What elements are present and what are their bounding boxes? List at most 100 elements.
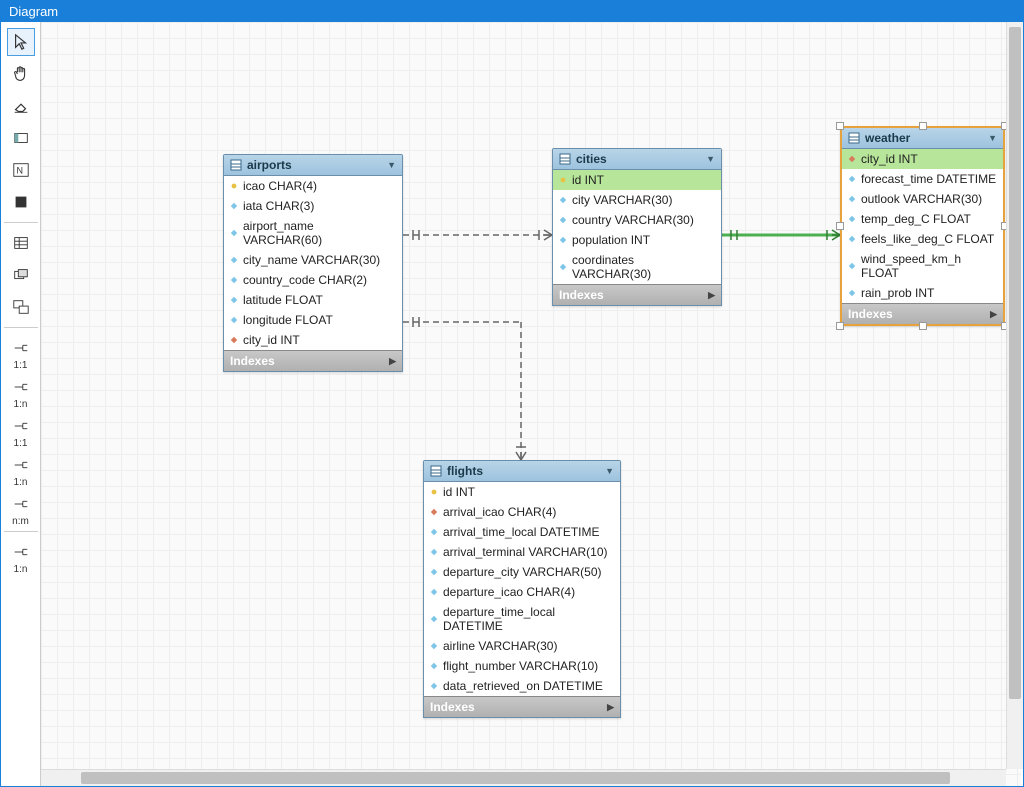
table-icon [230,159,242,171]
column-text: outlook VARCHAR(30) [861,192,982,206]
column-text: forecast_time DATETIME [861,172,996,186]
column-text: coordinates VARCHAR(30) [572,253,715,281]
column-text: temp_deg_C FLOAT [861,212,971,226]
entity-indexes[interactable]: Indexes▶ [842,303,1003,324]
chevron-right-icon: ▶ [607,702,614,713]
entity-column[interactable]: arrival_icao CHAR(4) [424,502,620,522]
entity-airports[interactable]: airports▼icao CHAR(4)iata CHAR(3)airport… [223,154,403,372]
chevron-down-icon: ▼ [988,133,997,143]
content-area: N1:11:n1:11:nn:m1:n airports▼icao CHAR(4… [1,22,1023,786]
entity-title: cities [576,152,607,166]
column-text: city_id INT [861,152,918,166]
tool-rel-n-m[interactable] [7,490,35,518]
tool-layer[interactable] [7,188,35,216]
entity-column[interactable]: city_id INT [224,330,402,350]
tool-view[interactable] [7,261,35,289]
entity-column[interactable]: iata CHAR(3) [224,196,402,216]
column-text: departure_city VARCHAR(50) [443,565,602,579]
tool-hand[interactable] [7,60,35,88]
entity-column[interactable]: city_name VARCHAR(30) [224,250,402,270]
entity-column[interactable]: wind_speed_km_h FLOAT [842,249,1003,283]
indexes-label: Indexes [430,700,475,714]
svg-text:N: N [16,166,23,176]
entity-header[interactable]: airports ▼ [224,155,402,176]
entity-column[interactable]: forecast_time DATETIME [842,169,1003,189]
entity-column[interactable]: temp_deg_C FLOAT [842,209,1003,229]
entity-header[interactable]: weather ▼ [842,128,1003,149]
tool-text[interactable]: N [7,156,35,184]
tool-rel-1-n-id[interactable] [7,451,35,479]
entity-column[interactable]: city VARCHAR(30) [553,190,721,210]
tool-rel-1-n[interactable] [7,373,35,401]
entity-indexes[interactable]: Indexes ▶ [553,284,721,305]
column-text: country_code CHAR(2) [243,273,367,287]
entity-column[interactable]: population INT [553,230,721,250]
column-text: longitude FLOAT [243,313,333,327]
entity-column[interactable]: airport_name VARCHAR(60) [224,216,402,250]
tool-rel-1-1[interactable] [7,334,35,362]
entity-title: airports [247,158,292,172]
entity-column[interactable]: id INT [553,170,721,190]
entity-title: weather [865,131,910,145]
tool-table[interactable] [7,229,35,257]
entity-column[interactable]: rain_prob INT [842,283,1003,303]
entity-header[interactable]: cities▼ [553,149,721,170]
entity-column[interactable]: coordinates VARCHAR(30) [553,250,721,284]
entity-column[interactable]: arrival_terminal VARCHAR(10) [424,542,620,562]
column-text: city_name VARCHAR(30) [243,253,380,267]
tool-label: n:m [12,516,29,527]
indexes-label: Indexes [559,288,604,302]
entity-title: flights [447,464,483,478]
tool-erase[interactable] [7,92,35,120]
column-text: latitude FLOAT [243,293,323,307]
entity-column[interactable]: country_code CHAR(2) [224,270,402,290]
entity-column[interactable]: latitude FLOAT [224,290,402,310]
entity-column[interactable]: icao CHAR(4) [224,176,402,196]
column-text: flight_number VARCHAR(10) [443,659,598,673]
scrollbar-horizontal[interactable] [41,769,1006,786]
column-text: icao CHAR(4) [243,179,317,193]
diagram-canvas[interactable]: airports▼icao CHAR(4)iata CHAR(3)airport… [41,22,1021,786]
entity-column[interactable]: feels_like_deg_C FLOAT [842,229,1003,249]
selection-handle[interactable] [919,322,927,330]
entity-column[interactable]: airline VARCHAR(30) [424,636,620,656]
selection-handle[interactable] [836,222,844,230]
entity-column[interactable]: arrival_time_local DATETIME [424,522,620,542]
tool-rel-existing[interactable] [7,538,35,566]
selection-handle[interactable] [836,322,844,330]
column-text: arrival_terminal VARCHAR(10) [443,545,607,559]
column-text: wind_speed_km_h FLOAT [861,252,997,280]
entity-column[interactable]: outlook VARCHAR(30) [842,189,1003,209]
entity-header[interactable]: flights▼ [424,461,620,482]
entity-flights[interactable]: flights▼id INTarrival_icao CHAR(4)arriva… [423,460,621,718]
selection-handle[interactable] [919,122,927,130]
entity-cities[interactable]: cities▼id INTcity VARCHAR(30) country VAR… [552,148,722,306]
column-text: country VARCHAR(30) [572,213,694,227]
canvas-wrap: airports▼icao CHAR(4)iata CHAR(3)airport… [41,22,1023,786]
column-text: id INT [443,485,475,499]
entity-column[interactable]: country VARCHAR(30) [553,210,721,230]
entity-column[interactable]: data_retrieved_on DATETIME [424,676,620,696]
entity-indexes[interactable]: Indexes▶ [224,350,402,371]
entity-weather[interactable]: weather ▼ city_id INT forecast_time DATETIM… [840,126,1005,326]
entity-column[interactable]: departure_icao CHAR(4) [424,582,620,602]
chevron-right-icon: ▶ [708,290,715,301]
chevron-down-icon: ▼ [387,160,396,170]
tool-object-select[interactable] [7,124,35,152]
entity-indexes[interactable]: Indexes ▶ [424,696,620,717]
entity-column[interactable]: city_id INT [842,149,1003,169]
window-title: Diagram [1,1,1023,22]
tool-label: 1:1 [14,360,28,371]
tool-pointer[interactable] [7,28,35,56]
entity-column[interactable]: flight_number VARCHAR(10) [424,656,620,676]
scrollbar-vertical[interactable] [1006,22,1023,769]
column-text: departure_time_local DATETIME [443,605,614,633]
tool-rel-1-1-id[interactable] [7,412,35,440]
entity-column[interactable]: longitude FLOAT [224,310,402,330]
selection-handle[interactable] [836,122,844,130]
entity-column[interactable]: departure_city VARCHAR(50) [424,562,620,582]
entity-column[interactable]: departure_time_local DATETIME [424,602,620,636]
tool-label: 1:n [14,399,28,410]
tool-routine-group[interactable] [7,293,35,321]
entity-column[interactable]: id INT [424,482,620,502]
